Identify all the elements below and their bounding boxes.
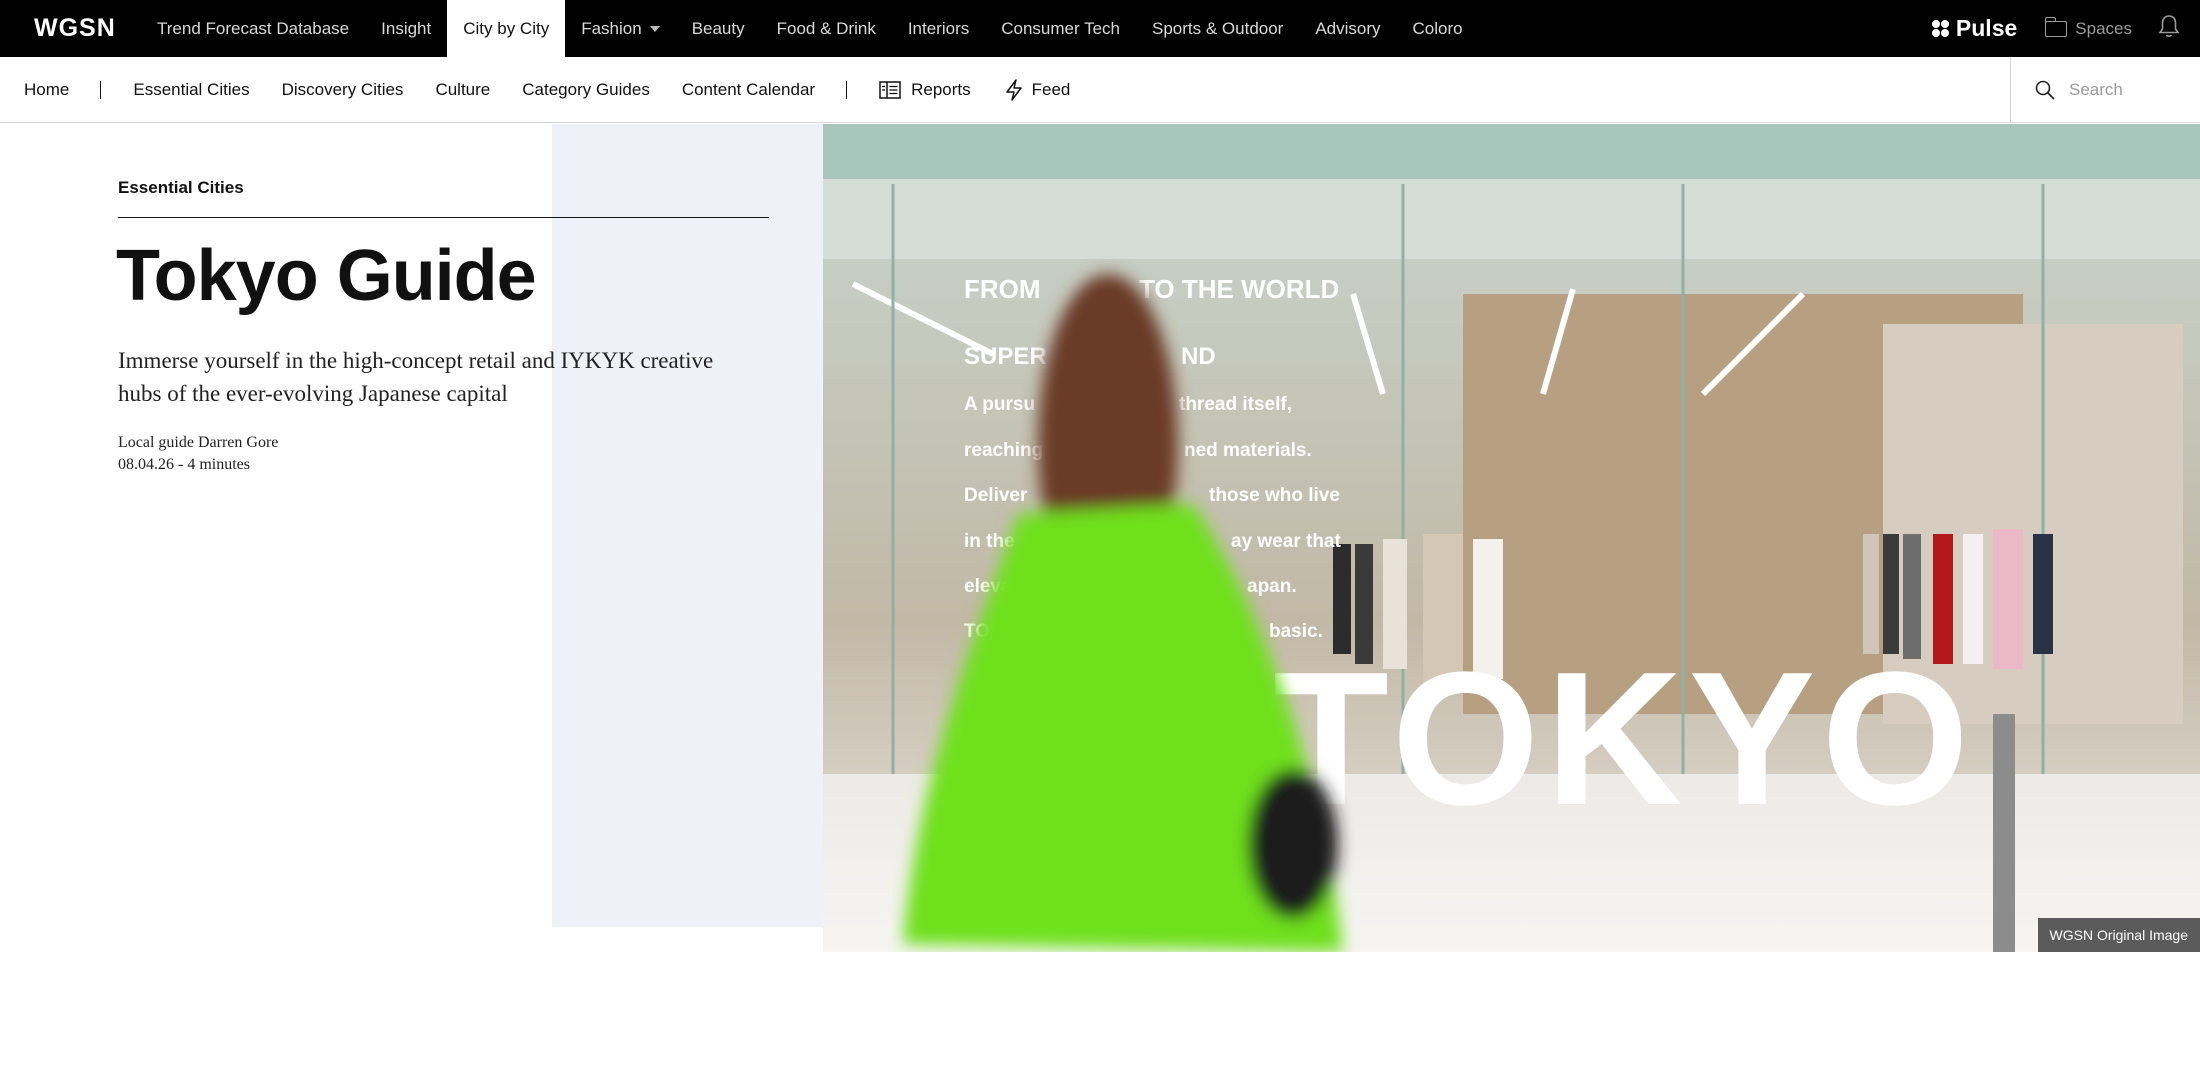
folder-icon [2044,16,2068,37]
search-input[interactable] [2069,80,2189,100]
top-right-actions: Pulse Spaces [1931,0,2200,57]
article-category[interactable]: Essential Cities [118,178,244,198]
sign-text: reaching [964,440,1043,461]
divider [118,217,769,218]
sign-text: ND [1181,343,1216,370]
hero-image: FROM TO THE WORLD SUPER ND A pursu threa… [823,124,2200,952]
search-box[interactable] [2010,57,2200,123]
wgsn-logo[interactable]: WGSN [34,13,116,42]
nav-trend-forecast-database[interactable]: Trend Forecast Database [141,0,365,57]
subnav-content-calendar[interactable]: Content Calendar [682,80,815,100]
subnav-reports[interactable]: Reports [879,80,971,100]
subnav-essential-cities[interactable]: Essential Cities [133,80,249,100]
notifications-bell-icon[interactable] [2158,14,2180,43]
image-credit: WGSN Original Image [2037,918,2200,952]
pulse-link[interactable]: Pulse [1931,15,2018,42]
page-title: Tokyo Guide [116,236,537,316]
subnav-culture[interactable]: Culture [435,80,490,100]
sign-text: ned materials. [1184,440,1312,461]
feed-label: Feed [1031,80,1071,99]
nav-label: Coloro [1412,18,1463,38]
logo-text: WGSN [34,13,116,42]
tokyo-storefront-illustration: FROM TO THE WORLD SUPER ND A pursu threa… [823,124,2200,952]
pulse-label: Pulse [1955,15,2018,41]
nav-city-by-city[interactable]: City by City [447,0,566,57]
sign-text: apan. [1247,576,1297,597]
subnav-feed[interactable]: Feed [1005,79,1071,101]
nav-food-drink[interactable]: Food & Drink [761,0,892,57]
nav-beauty[interactable]: Beauty [676,0,761,57]
tokyo-sign: TOKYO [1273,633,1975,845]
divider [100,81,102,99]
nav-consumer-tech[interactable]: Consumer Tech [985,0,1136,57]
chevron-down-icon [649,25,660,32]
nav-label: Trend Forecast Database [157,18,350,38]
sign-text: thread itself, [1179,394,1292,415]
sign-text: Deliver [964,485,1028,506]
date-line: 08.04.26 - 4 minutes [118,456,250,473]
subnav-category-guides[interactable]: Category Guides [522,80,650,100]
author-line: Local guide Darren Gore [118,434,279,451]
nav-label: Food & Drink [776,18,876,38]
subnav-discovery-cities[interactable]: Discovery Cities [282,80,404,100]
secondary-nav: Home Essential Cities Discovery Cities C… [0,57,2200,123]
nav-coloro[interactable]: Coloro [1397,0,1479,57]
nav-label: Sports & Outdoor [1152,18,1284,38]
top-navigation-bar: WGSN Trend Forecast Database Insight Cit… [0,0,2200,57]
sign-text: ay wear that [1231,531,1341,552]
secondary-nav-items: Home Essential Cities Discovery Cities C… [24,57,1070,123]
sign-text: those who live [1209,485,1340,506]
article-subtitle: Immerse yourself in the high-concept ret… [118,348,714,406]
nav-fashion[interactable]: Fashion [565,0,675,57]
nav-label: Interiors [907,18,970,38]
pulse-icon [1931,19,1950,38]
reports-label: Reports [911,80,971,99]
nav-label: Fashion [581,18,642,38]
nav-sports-outdoor[interactable]: Sports & Outdoor [1136,0,1299,57]
subnav-home[interactable]: Home [24,80,69,100]
sign-text: TO THE WORLD [1139,274,1339,304]
spaces-link[interactable]: Spaces [2044,16,2132,39]
lightning-icon [1005,79,1022,101]
sign-text: FROM [964,274,1041,304]
nav-label: Insight [381,18,432,38]
nav-label: Advisory [1315,18,1381,38]
sign-text: A pursu [964,394,1035,415]
nav-label: City by City [463,18,550,38]
article-meta: Local guide Darren Gore 08.04.26 - 4 min… [118,432,278,476]
sign-text: SUPER [964,343,1047,370]
main-nav: Trend Forecast Database Insight City by … [141,0,1479,57]
nav-advisory[interactable]: Advisory [1299,0,1396,57]
nav-label: Consumer Tech [1001,18,1120,38]
spaces-label: Spaces [2075,18,2132,38]
divider [846,81,848,99]
search-icon [2035,80,2055,100]
nav-insight[interactable]: Insight [365,0,447,57]
nav-label: Beauty [691,18,745,38]
nav-interiors[interactable]: Interiors [892,0,985,57]
reports-icon [879,81,901,99]
hero-panel-background [552,124,824,927]
